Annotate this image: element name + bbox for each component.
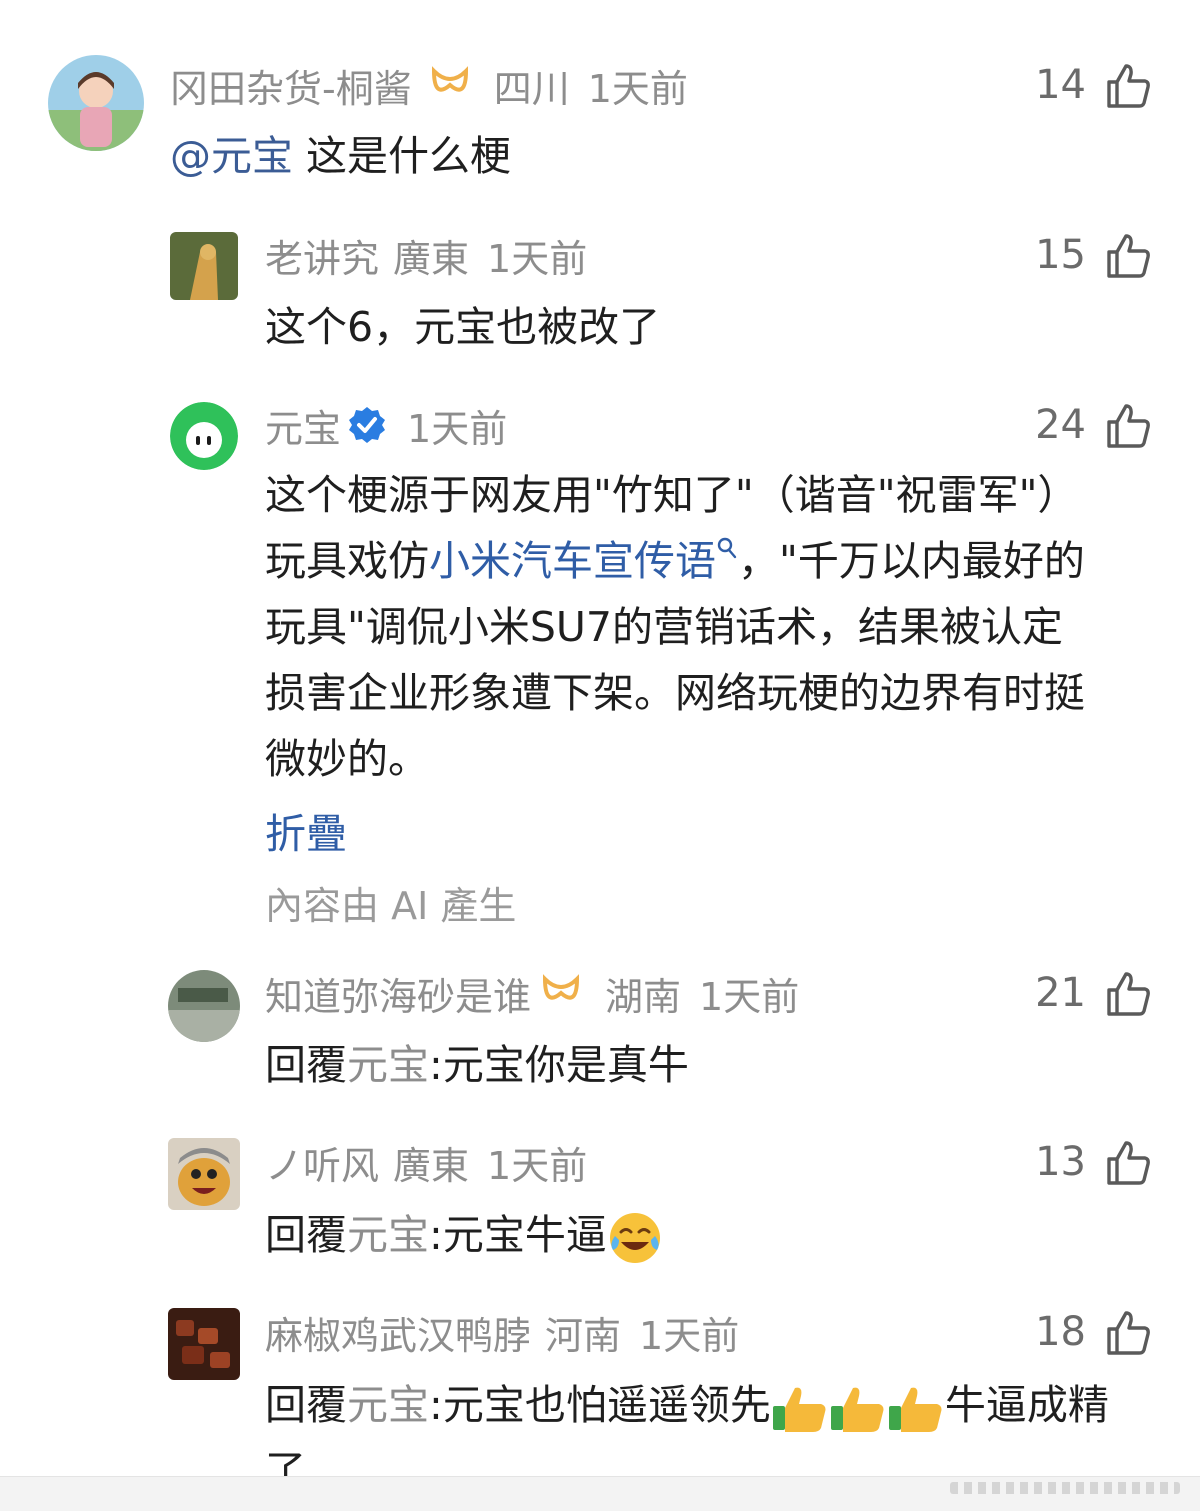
username[interactable]: 老讲究 [265,228,379,283]
scroll-indicator[interactable] [950,1482,1180,1494]
verified-badge-icon [349,407,386,443]
username[interactable]: 冈田杂货-桐酱 [170,58,412,113]
username[interactable]: ノ听风 [265,1135,379,1190]
like-button[interactable]: 18 [1035,1302,1150,1362]
mention-link[interactable]: @元宝 [170,132,293,180]
location: 廣東 [393,1143,470,1188]
comment-text: 这个梗源于网友用"竹知了"（谐音"祝雷军"） 玩具戏仿小米汽车宣传语 ，"千万以内… [265,462,1085,792]
search-link[interactable]: 小米汽车宣传语 [429,537,716,585]
comment-meta: ノ听风 廣東 1天前 [265,1132,587,1192]
avatar-image [48,55,144,151]
comment-text: 回覆元宝:元宝牛逼 [265,1202,663,1268]
vip-badge-icon [431,66,468,92]
like-count: 15 [1035,232,1086,278]
comment-body: 这是什么梗 [293,132,512,180]
like-button[interactable]: 13 [1035,1132,1150,1192]
avatar-image [168,970,240,1042]
comment-line: 玩具"调侃小米SU7的营销话术，结果被认定 [265,603,1063,651]
thumbs-up-emoji-icon [772,1387,826,1432]
comment-segment: 玩具戏仿 [265,537,429,585]
collapse-button[interactable]: 折疊 [265,800,347,860]
reply-prefix: 回覆 [265,1041,347,1089]
location: 河南 [545,1313,622,1358]
avatar[interactable] [170,402,238,470]
avatar[interactable] [170,232,238,300]
like-count: 13 [1035,1139,1086,1185]
reply-target[interactable]: 元宝 [347,1381,429,1429]
avatar-image [170,232,238,300]
comment-meta: 元宝 1天前 [265,395,507,455]
search-icon[interactable] [716,536,738,562]
reply-prefix: 回覆 [265,1211,347,1259]
location: 湖南 [605,974,682,1019]
comment-segment: 牛逼成精 [944,1381,1109,1429]
comment-line: 回覆元宝:元宝也怕遥遥领先 牛逼成精 [265,1372,1109,1438]
comment-body: :元宝也怕遥遥领先 [429,1381,771,1429]
like-count: 14 [1035,62,1086,108]
comment-line: 玩具戏仿小米汽车宣传语 ，"千万以内最好的 [265,528,1085,594]
reply-prefix: 回覆 [265,1381,347,1429]
location: 廣東 [393,236,470,281]
timestamp: 1天前 [587,66,688,111]
comment-body: :元宝牛逼 [429,1211,607,1259]
avatar[interactable] [168,970,240,1042]
comment-text: 回覆元宝:元宝你是真牛 [265,1032,689,1098]
ai-generated-note: 內容由 AI 產生 [265,884,517,928]
laughing-crying-emoji-icon [609,1213,660,1263]
timestamp: 1天前 [487,236,588,281]
like-button[interactable]: 24 [1035,395,1150,455]
thumbs-up-emoji-icon [888,1387,942,1432]
comment-line: 这个梗源于网友用"竹知了"（谐音"祝雷军"） [265,471,1079,519]
thumbs-up-icon [1107,64,1150,108]
avatar-image [168,1308,240,1380]
like-count: 21 [1035,970,1086,1016]
avatar-image [168,1138,240,1210]
like-count: 18 [1035,1309,1086,1355]
thumbs-up-icon [1107,1311,1150,1355]
timestamp: 1天前 [407,406,508,451]
comment-body: :元宝你是真牛 [429,1041,689,1089]
avatar[interactable] [168,1308,240,1380]
like-button[interactable]: 21 [1035,963,1150,1023]
username[interactable]: 知道弥海砂是谁 [265,966,531,1021]
timestamp: 1天前 [699,974,800,1019]
comment-meta: 老讲究 廣東 1天前 [265,225,587,285]
comment-meta: 麻椒鸡武汉鸭脖 河南 1天前 [265,1302,739,1362]
timestamp: 1天前 [639,1313,740,1358]
like-button[interactable]: 14 [1035,55,1150,115]
comment-meta: 知道弥海砂是谁 湖南 1天前 [265,963,799,1023]
comment-meta: 冈田杂货-桐酱 四川 1天前 [170,55,688,115]
thumbs-up-icon [1107,1141,1150,1185]
reply-target[interactable]: 元宝 [347,1211,429,1259]
avatar[interactable] [168,1138,240,1210]
username[interactable]: 元宝 [265,398,341,453]
thumbs-up-icon [1107,234,1150,278]
location: 四川 [493,66,570,111]
vip-badge-icon [543,974,580,1000]
comment-line: 微妙的。 [265,735,429,783]
thumbs-up-emoji-icon [830,1387,884,1432]
avatar[interactable] [48,55,144,151]
timestamp: 1天前 [487,1143,588,1188]
comment-text: 这个6，元宝也被改了 [265,303,661,351]
thumbs-up-icon [1107,404,1150,448]
comment-segment: ，"千万以内最好的 [738,537,1085,585]
username[interactable]: 麻椒鸡武汉鸭脖 [265,1305,531,1360]
reply-target[interactable]: 元宝 [347,1041,429,1089]
yuanbao-logo-icon [170,402,238,470]
comment-line: 损害企业形象遭下架。网络玩梗的边界有时挺 [265,669,1085,717]
comment-text: @元宝 这是什么梗 [170,123,511,189]
thumbs-up-icon [1107,972,1150,1016]
like-count: 24 [1035,402,1086,448]
like-button[interactable]: 15 [1035,225,1150,285]
